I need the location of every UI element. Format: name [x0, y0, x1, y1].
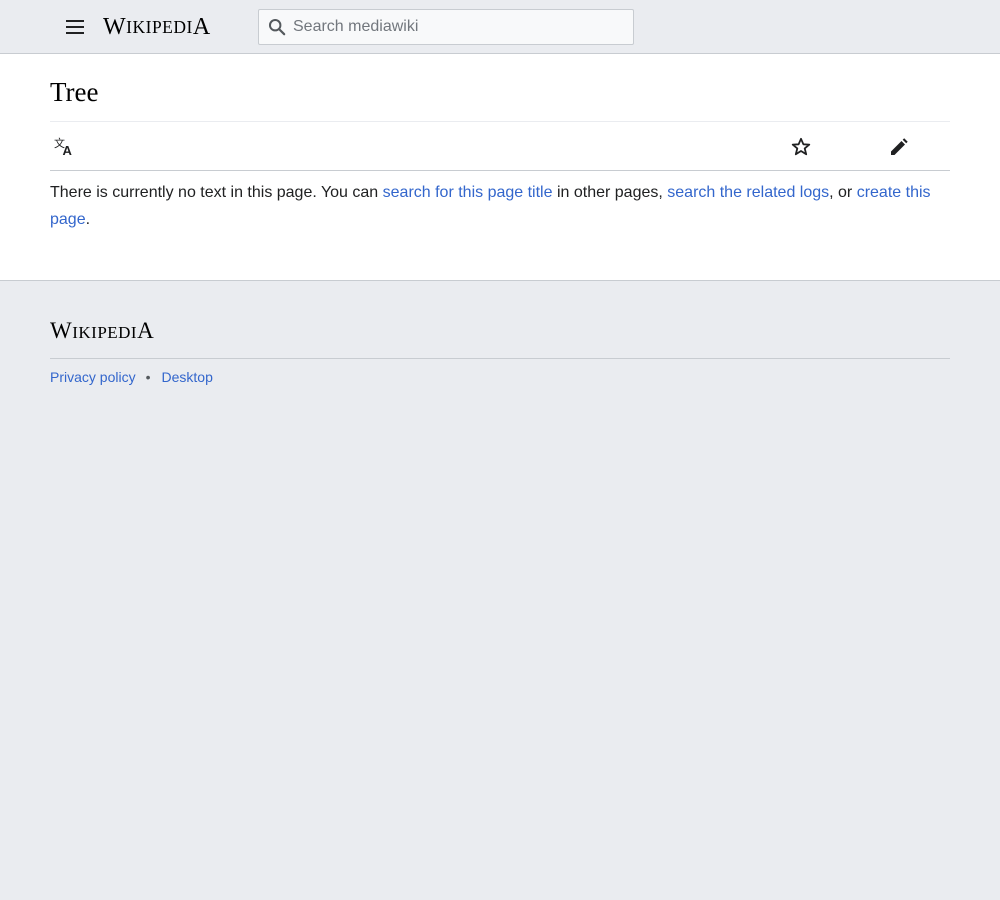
footer-divider — [50, 358, 950, 359]
search-input[interactable] — [293, 18, 613, 36]
footer-wordmark-first: W — [50, 318, 73, 343]
svg-text:A: A — [63, 143, 73, 157]
empty-page-message: There is currently no text in this page.… — [50, 179, 950, 233]
footer-links: Privacy policy • Desktop — [50, 368, 213, 386]
privacy-policy-link[interactable]: Privacy policy — [50, 368, 136, 386]
wordmark-last-letter: A — [192, 13, 211, 40]
message-mid-2: , or — [829, 184, 857, 201]
search-page-title-link[interactable]: search for this page title — [383, 184, 553, 201]
message-intro: There is currently no text in this page.… — [50, 184, 383, 201]
content-area: Tree 文 A There is currently no text in t… — [0, 54, 1000, 281]
language-icon: 文 A — [54, 137, 73, 157]
main-menu-button[interactable] — [57, 9, 93, 45]
footer-wordmark-middle: ikipedi — [72, 323, 138, 342]
desktop-link[interactable]: Desktop — [162, 368, 213, 386]
search-box[interactable] — [258, 9, 634, 45]
footer-separator: • — [145, 369, 151, 385]
star-icon — [791, 137, 811, 156]
watch-button[interactable] — [783, 129, 819, 165]
wikipedia-wordmark-link[interactable]: Wikipedi A — [103, 13, 211, 41]
hamburger-menu-icon — [66, 20, 84, 34]
language-button[interactable]: 文 A — [47, 129, 83, 165]
page-actions-toolbar: 文 A — [50, 121, 950, 171]
footer-wordmark: WikipediA — [50, 318, 154, 344]
footer-wordmark-last: A — [137, 318, 155, 343]
pencil-icon — [891, 138, 908, 155]
edit-button[interactable] — [881, 129, 917, 165]
header-bar: Wikipedi A — [0, 0, 1000, 54]
message-end: . — [85, 211, 91, 228]
wordmark-first-letter: W — [103, 13, 127, 40]
page-title: Tree — [50, 77, 99, 107]
search-related-logs-link[interactable]: search the related logs — [667, 184, 829, 201]
search-icon — [259, 10, 295, 44]
message-mid-1: in other pages, — [552, 184, 668, 201]
wordmark-middle: ikipedi — [126, 16, 193, 37]
